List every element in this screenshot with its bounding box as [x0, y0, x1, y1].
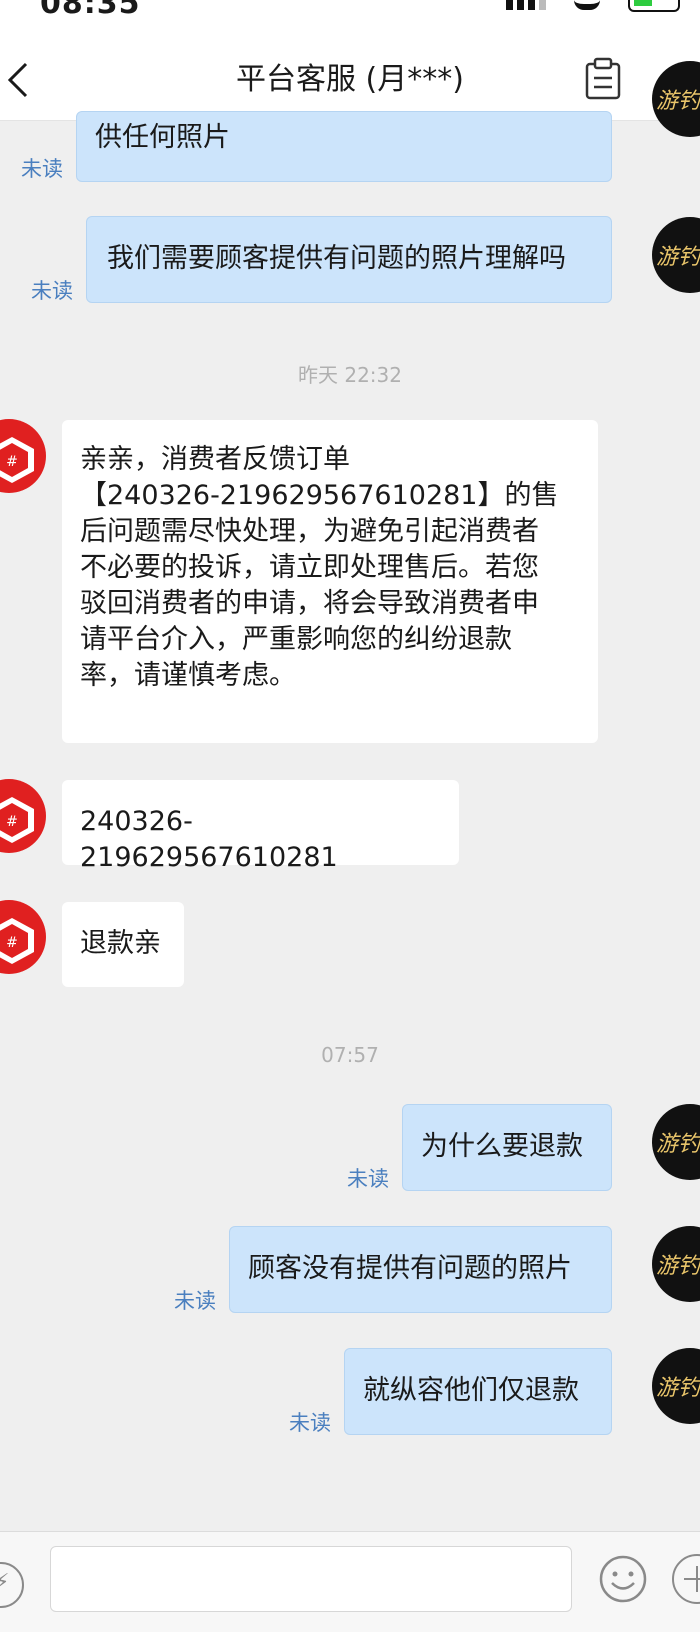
platform-avatar[interactable]: #: [0, 900, 46, 974]
unread-status: 未读: [347, 1167, 389, 1191]
message-bubble[interactable]: 就纵容他们仅退款: [344, 1348, 612, 1435]
timestamp-separator: 昨天 22:32: [298, 363, 402, 387]
message-bubble[interactable]: 我们需要顾客提供有问题的照片理解吗: [86, 216, 612, 303]
self-logo: 游钓: [656, 1254, 700, 1279]
platform-logo-icon: #: [0, 797, 34, 843]
self-logo: 游钓: [656, 89, 700, 114]
unread-status: 未读: [21, 157, 63, 181]
message-bubble[interactable]: 亲亲，消费者反馈订单 【240326-219629567610281】的售 后问…: [62, 420, 598, 743]
svg-text:#: #: [6, 935, 18, 951]
voice-button[interactable]: [0, 1562, 24, 1608]
platform-logo-icon: #: [0, 437, 34, 483]
message-text: 240326-219629567610281: [80, 806, 338, 873]
platform-avatar[interactable]: #: [0, 419, 46, 493]
battery-icon: [628, 0, 680, 12]
message-bubble[interactable]: 供任何照片: [76, 111, 612, 182]
status-time: 08:35: [40, 0, 141, 21]
emoji-icon: [599, 1555, 647, 1603]
order-info-button[interactable]: [583, 56, 623, 102]
self-logo: 游钓: [656, 1132, 700, 1157]
status-bar: 08:35: [0, 0, 700, 42]
clipboard-icon: [585, 57, 621, 100]
unread-status: 未读: [289, 1411, 331, 1435]
unread-status: 未读: [174, 1289, 216, 1313]
message-input[interactable]: [50, 1546, 572, 1612]
back-button[interactable]: [4, 58, 44, 102]
self-logo: 游钓: [656, 245, 700, 270]
status-icons: [506, 0, 680, 14]
platform-avatar[interactable]: #: [0, 779, 46, 853]
unread-status: 未读: [31, 279, 73, 303]
message-bubble[interactable]: 为什么要退款: [402, 1104, 612, 1191]
message-text: 顾客没有提供有问题的照片: [248, 1253, 572, 1284]
self-avatar[interactable]: 游钓: [652, 217, 700, 293]
input-bar: [0, 1531, 700, 1632]
message-text: 供任何照片: [95, 122, 230, 153]
message-text: 亲亲，消费者反馈订单 【240326-219629567610281】的售 后问…: [80, 444, 559, 691]
self-avatar[interactable]: 游钓: [652, 1348, 700, 1424]
self-avatar[interactable]: 游钓: [652, 1226, 700, 1302]
platform-logo-icon: #: [0, 918, 34, 964]
self-avatar[interactable]: 游钓: [652, 1104, 700, 1180]
svg-text:#: #: [6, 814, 18, 830]
message-text: 我们需要顾客提供有问题的照片理解吗: [107, 243, 566, 274]
signal-icon: [506, 0, 546, 10]
emoji-button[interactable]: [598, 1554, 648, 1604]
nav-bar: 平台客服 (月***): [0, 42, 700, 121]
wifi-icon: [574, 0, 600, 10]
message-bubble[interactable]: 顾客没有提供有问题的照片: [229, 1226, 612, 1313]
back-icon: [7, 62, 28, 98]
message-text: 为什么要退款: [421, 1131, 583, 1162]
message-bubble[interactable]: 退款亲: [62, 902, 184, 987]
message-bubble[interactable]: 240326-219629567610281: [62, 780, 459, 873]
self-logo: 游钓: [656, 1376, 700, 1401]
chat-area[interactable]: 游钓 未读 供任何照片 未读 我们需要顾客提供有问题的照片理解吗 游钓 昨天 2…: [0, 61, 700, 1531]
message-text: 退款亲: [80, 928, 161, 959]
svg-text:#: #: [6, 454, 18, 470]
message-text: 就纵容他们仅退款: [363, 1375, 579, 1406]
timestamp-separator: 07:57: [321, 1043, 379, 1067]
plus-button[interactable]: [672, 1554, 700, 1604]
page-title: 平台客服 (月***): [236, 62, 464, 97]
